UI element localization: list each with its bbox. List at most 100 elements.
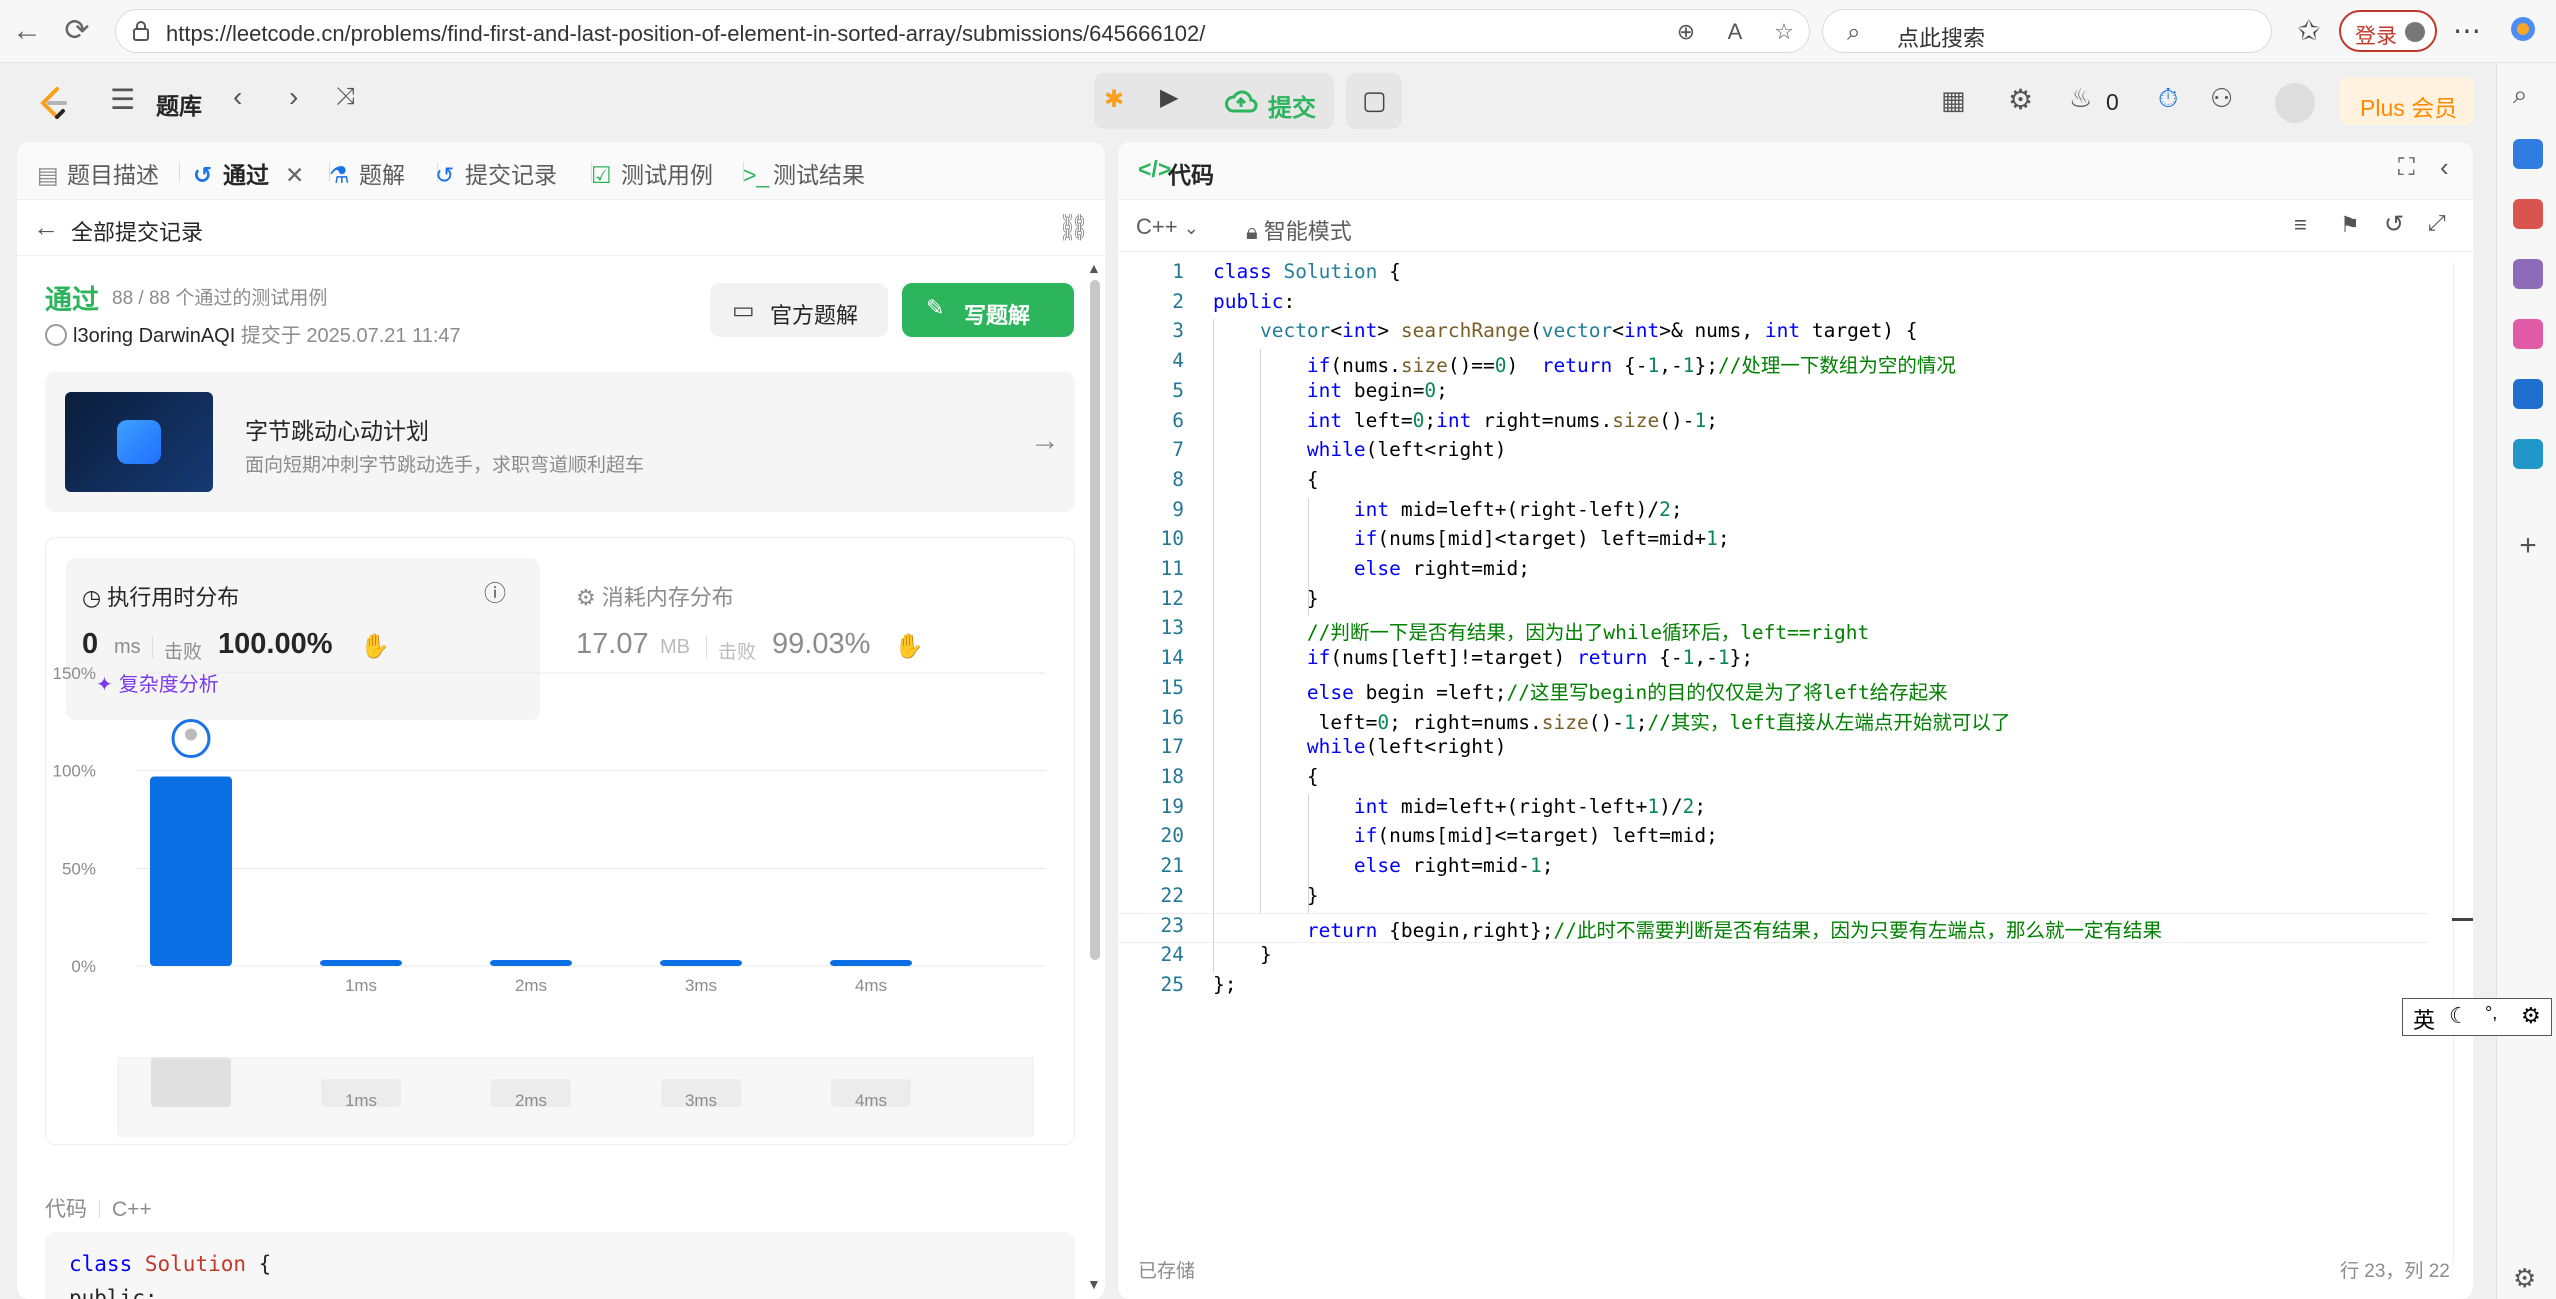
code-editor[interactable]: 1 class Solution {2 public: 3 vector<int> s… [1118,260,2428,1260]
invite-user-icon[interactable]: ⚇ [2210,83,2233,114]
debug-icon[interactable]: ✱ [1104,85,1124,114]
back-arrow-icon[interactable]: ← [8,12,46,50]
reload-icon[interactable]: ⟳ [58,12,96,50]
address-bar[interactable]: https://leetcode.cn/problems/find-first-… [115,9,1810,53]
code-line[interactable]: 6 int left=0;int right=nums.size()-1; [1118,409,2428,439]
all-submissions-link[interactable]: 全部提交记录 [71,215,203,247]
layout-icon[interactable]: ▦ [1941,85,1966,116]
tab-solutions[interactable]: ⚗ 题解 [329,156,405,190]
code-line[interactable]: 18 { [1118,765,2428,795]
more-menu-icon[interactable]: ⋯ [2450,14,2484,48]
read-aloud-icon[interactable]: A [1722,19,1748,45]
format-icon[interactable]: ≡ [2294,212,2307,238]
collapse-chevron-icon[interactable]: ‹ [2440,152,2449,183]
code-line[interactable]: 8 { [1118,468,2428,498]
bookmark-icon[interactable]: ⚑ [2340,212,2360,238]
code-line[interactable]: 10 if(nums[mid]<target) left=mid+1; [1118,527,2428,557]
submit-button[interactable]: 提交 [1218,73,1334,129]
language-select[interactable]: C++ ⌄ [1136,214,1199,240]
shuffle-icon[interactable]: ⤨ [336,83,355,111]
code-line[interactable]: 16 left=0; right=nums.size()-1;//其实，left… [1118,706,2428,736]
favorite-star-icon[interactable]: ☆ [1771,19,1797,45]
code-text: } [1213,943,1272,967]
next-problem-icon[interactable]: › [289,81,298,113]
sidebar-office-icon[interactable] [2513,319,2543,349]
tab-submissions[interactable]: ↺ 提交记录 [435,156,557,190]
code-line[interactable]: 2 public: [1118,290,2428,320]
code-line[interactable]: 5 int begin=0; [1118,379,2428,409]
scroll-up-icon[interactable]: ▲ [1087,260,1101,276]
code-line[interactable]: 19 int mid=left+(right-left+1)/2; [1118,795,2428,825]
tab-testcase[interactable]: ☑ 测试用例 [591,156,713,190]
fullscreen-icon[interactable]: ⛶ [2398,154,2415,182]
code-line[interactable]: 11 else right=mid; [1118,557,2428,587]
expand-icon[interactable]: ⤢ [2428,210,2446,236]
submitter-name[interactable]: l3oring DarwinAQI [73,325,235,347]
user-avatar[interactable] [2275,83,2315,123]
sidebar-tools-icon[interactable] [2513,199,2543,229]
code-line[interactable]: 4 if(nums.size()==0) return {-1,-1};//处理… [1118,349,2428,379]
smart-mode-toggle[interactable]: 🔒︎ 智能模式 [1246,214,1352,246]
run-play-icon[interactable]: ▶ [1160,83,1178,112]
sidebar-search-icon[interactable]: ⌕ [2513,79,2543,109]
ime-toolbar[interactable]: 英 ☾ °, ⚙ [2402,998,2552,1036]
notes-button[interactable]: ▢ [1346,73,1402,129]
punctuation-icon[interactable]: °, [2485,1003,2497,1024]
code-line[interactable]: 17 while(left<right) [1118,735,2428,765]
runtime-distribution-chart[interactable]: 0% 50% 100% 150% 1ms 1ms 2ms 2ms 3ms 3ms 4ms 4ms [46,538,1076,1146]
leetcode-logo-icon[interactable] [35,85,71,121]
copilot-icon[interactable] [2506,14,2540,48]
code-line[interactable]: 13 //判断一下是否有结果，因为出了while循环后，left==right [1118,616,2428,646]
code-line[interactable]: 7 while(left<right) [1118,438,2428,468]
tab-test-result[interactable]: >_ 测试结果 [743,156,865,190]
plus-member-button[interactable]: Plus 会员 [2340,77,2474,125]
tab-description[interactable]: ▤ 题目描述 [37,156,159,190]
close-tab-icon[interactable]: ✕ [285,162,304,188]
code-line[interactable]: 3 vector<int> searchRange(vector<int>& n… [1118,319,2428,349]
problem-bank-link[interactable]: 题库 [156,87,202,121]
code-line[interactable]: 20 if(nums[mid]<=target) left=mid; [1118,824,2428,854]
editor-tab-bar: </> 代码 ⛶ ‹ [1118,142,2473,200]
sidebar-send-icon[interactable] [2513,439,2543,469]
prev-problem-icon[interactable]: ‹ [233,81,242,113]
scroll-down-icon[interactable]: ▼ [1087,1276,1101,1292]
site-info-icon[interactable] [130,20,152,42]
code-line[interactable]: 24 } [1118,943,2428,973]
code-line[interactable]: 14 if(nums[left]!=target) return {-1,-1}… [1118,646,2428,676]
zoom-icon[interactable]: ⊕ [1673,19,1699,45]
ime-settings-icon[interactable]: ⚙ [2521,1003,2541,1029]
sidebar-games-icon[interactable] [2513,259,2543,289]
code-line[interactable]: 9 int mid=left+(right-left)/2; [1118,498,2428,528]
code-line[interactable]: 25}; [1118,973,2428,1003]
reset-icon[interactable]: ↺ [2384,210,2404,239]
code-line[interactable]: 12 } [1118,587,2428,617]
sidebar-add-icon[interactable]: + [2513,531,2543,561]
editor-scroll-track[interactable] [2453,262,2454,1262]
favorites-icon[interactable]: ✩ [2292,14,2326,48]
timer-icon[interactable]: ⏱ [2158,83,2178,115]
write-solution-button[interactable]: ✎ 写题解 [902,283,1074,337]
official-solution-button[interactable]: ▭ 官方题解 [710,283,888,337]
ime-language[interactable]: 英 [2413,1003,2435,1035]
code-line[interactable]: 15 else begin =left;//这里写begin的目的仅仅是为了将l… [1118,676,2428,706]
settings-gear-icon[interactable]: ⚙ [2008,83,2033,116]
code-line[interactable]: 22 } [1118,884,2428,914]
list-icon[interactable]: ☰ [110,83,135,116]
promo-banner[interactable]: 字节跳动心动计划 面向短期冲刺字节跳动选手，求职弯道顺利超车 → [45,372,1075,512]
streak-flame-icon[interactable]: ♨ [2069,83,2092,114]
tab-accepted[interactable]: ↺ 通过 ✕ [193,156,304,190]
login-button[interactable]: 登录 [2339,10,2437,52]
code-preview[interactable]: class Solution { public: [45,1232,1075,1299]
browser-search-box[interactable]: ⌕ 点此搜索 [1822,9,2272,53]
code-line[interactable]: 21 else right=mid-1; [1118,854,2428,884]
sidebar-outlook-icon[interactable] [2513,379,2543,409]
code-line[interactable]: 1 class Solution { [1118,260,2428,290]
left-panel-scrollbar[interactable] [1090,280,1100,960]
code-line[interactable]: 23 return {begin,right};//此时不需要判断是否有结果，因… [1118,913,2428,944]
moon-icon[interactable]: ☾ [2449,1003,2469,1029]
sidebar-settings-icon[interactable]: ⚙ [2513,1263,2543,1293]
sidebar-tag-icon[interactable] [2513,139,2543,169]
back-arrow-icon[interactable]: ← [33,212,59,243]
editor-title[interactable]: 代码 [1168,156,1214,190]
share-link-icon[interactable]: ⛓ [1057,212,1090,243]
